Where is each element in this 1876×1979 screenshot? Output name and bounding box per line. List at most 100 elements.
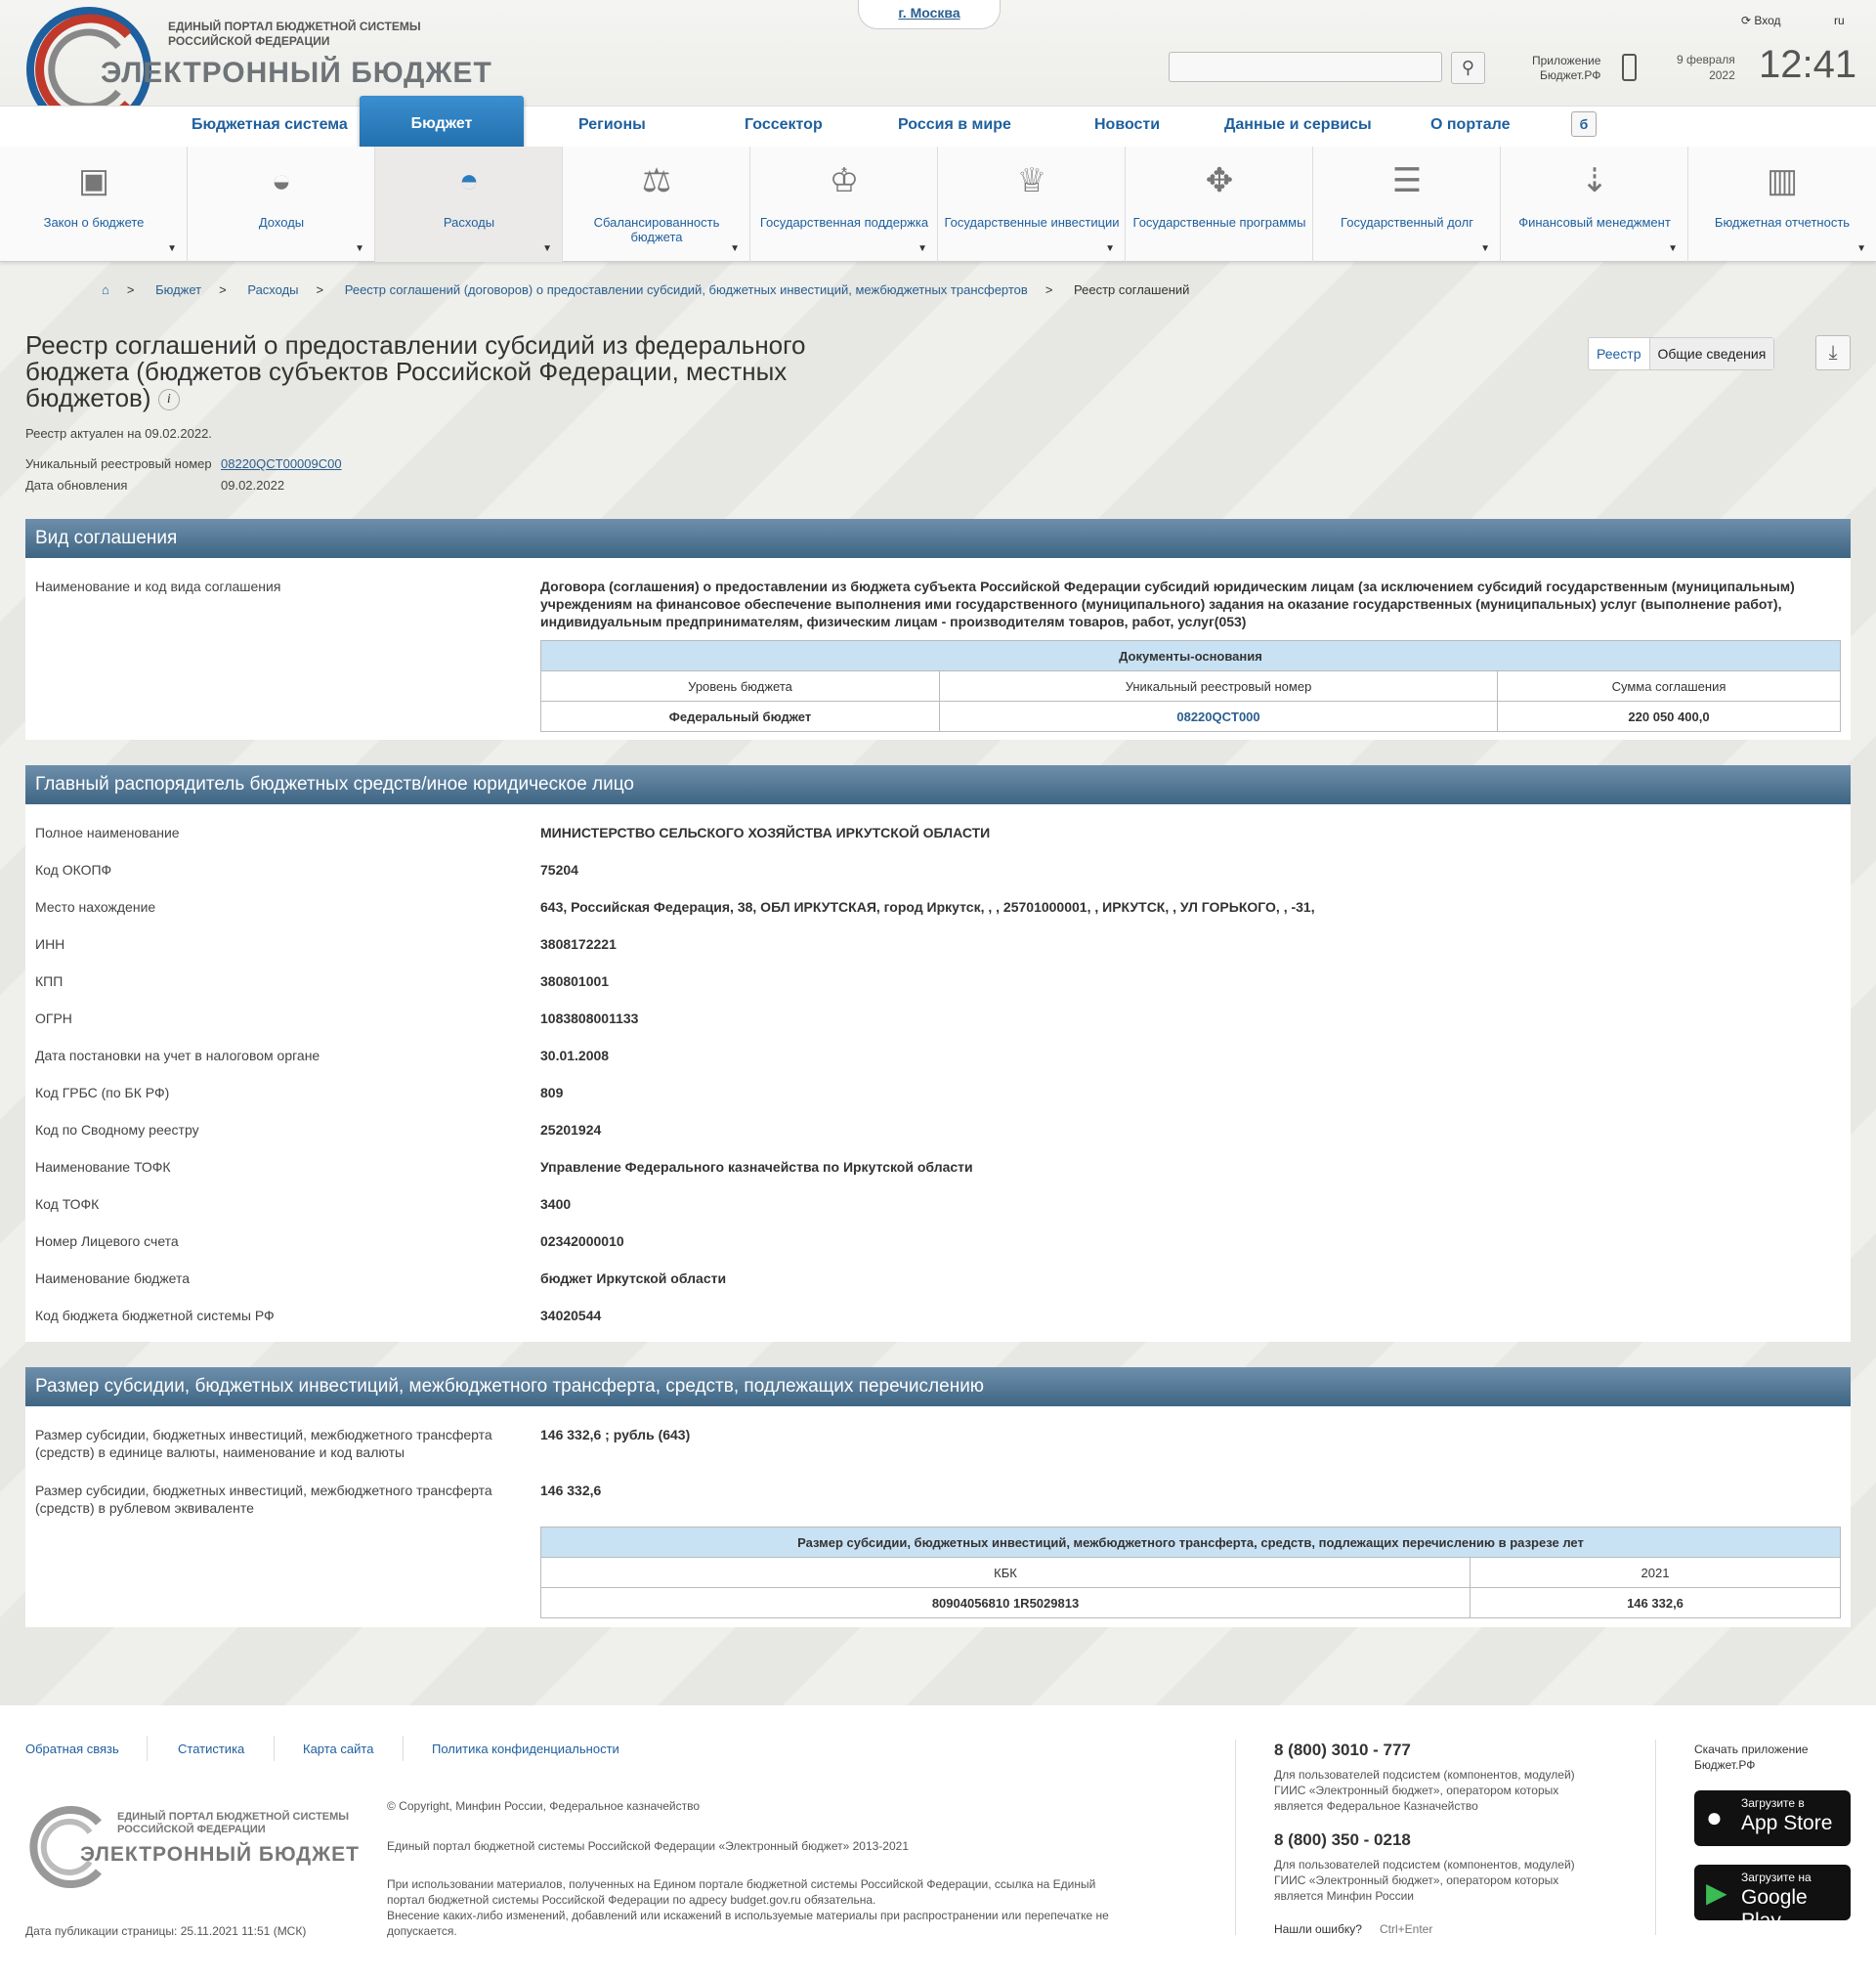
nav-gossector[interactable]: Госсектор [745, 116, 823, 134]
language-selector[interactable]: ru [1834, 14, 1845, 27]
nav-data-services[interactable]: Данные и сервисы [1224, 116, 1372, 134]
cat-debt[interactable]: ☰ Государственный долг ▼ [1313, 147, 1501, 262]
appstore-button[interactable]: ● Загрузите в App Store [1694, 1790, 1851, 1846]
chevron-down-icon: ▼ [1856, 243, 1866, 254]
breadcrumb-current: Реестр соглашений [1074, 282, 1190, 297]
chevron-down-icon: ▼ [355, 243, 364, 254]
nav-news[interactable]: Новости [1094, 116, 1160, 134]
footer-sep [274, 1736, 275, 1761]
field-label: Код ГРБС (по БК РФ) [35, 1085, 170, 1100]
update-date-value: 09.02.2022 [221, 478, 285, 493]
footer-phone1-desc: Для пользователей подсистем (компонентов… [1274, 1767, 1575, 1814]
cat-debt-label: Государственный долг [1341, 215, 1473, 230]
search-input[interactable] [1169, 52, 1442, 82]
logo-text: ЕДИНЫЙ ПОРТАЛ БЮДЖЕТНОЙ СИСТЕМЫ РОССИЙСК… [168, 20, 461, 49]
cat-income[interactable]: ◒ Доходы ▼ [188, 147, 375, 262]
field-label: Наименование бюджета [35, 1270, 191, 1286]
cat-expenses-label: Расходы [443, 215, 495, 230]
footer-feedback-link[interactable]: Обратная связь [25, 1742, 119, 1756]
cell-kbk: 80904056810 1R5029813 [540, 1587, 1471, 1618]
footer-logo-line2: РОССИЙСКОЙ ФЕДЕРАЦИИ [117, 1824, 266, 1835]
nav-regions[interactable]: Регионы [578, 116, 646, 134]
breadcrumb-sep: > [219, 282, 227, 297]
footer-notice-1: При использовании материалов, полученных… [387, 1877, 1096, 1891]
breadcrumb-expenses[interactable]: Расходы [247, 282, 298, 297]
cat-finmanagement-label: Финансовый менеджмент [1518, 215, 1671, 230]
info-icon[interactable]: i [157, 389, 180, 411]
footer-phone2: 8 (800) 350 - 0218 [1274, 1830, 1411, 1849]
cat-programs[interactable]: ✥ Государственные программы [1126, 147, 1313, 262]
reg-number-link[interactable]: 08220QCT00009C00 [221, 456, 342, 471]
nav-russia-world[interactable]: Россия в мире [898, 116, 1011, 134]
footer-notice-3: Внесение каких-либо изменений, добавлени… [387, 1909, 1109, 1922]
city-link[interactable]: г. Москва [898, 5, 959, 21]
subsidy-rub-value: 146 332,6 [540, 1483, 602, 1498]
section-manager-header: Главный распорядитель бюджетных средств/… [25, 765, 1851, 804]
footer-stats-link[interactable]: Статистика [178, 1742, 244, 1756]
breadcrumb-sep: > [126, 282, 135, 297]
cat-expenses[interactable]: ◓ Расходы ▼ [375, 147, 563, 262]
field-value: 02342000010 [540, 1233, 624, 1249]
footer-phone2-desc: Для пользователей подсистем (компонентов… [1274, 1857, 1575, 1904]
footer-notice-4: допускается. [387, 1924, 457, 1938]
phone2-desc-1: Для пользователей подсистем (компонентов… [1274, 1858, 1575, 1871]
registry-actual-date: Реестр актуален на 09.02.2022. [25, 426, 212, 441]
accessibility-icon[interactable]: б [1571, 111, 1597, 137]
app-line2: Бюджет.РФ [1539, 68, 1601, 82]
breadcrumb-registry-parent[interactable]: Реестр соглашений (договоров) о предоста… [345, 282, 1028, 297]
search-button[interactable]: ⚲ [1451, 52, 1485, 84]
cell-reg-number-link[interactable]: 08220QCT000 [1176, 710, 1259, 724]
nav-about[interactable]: О портале [1430, 116, 1510, 134]
gplay-small: Загрузите на [1741, 1871, 1812, 1884]
date-line1: 9 февраля [1677, 53, 1735, 66]
footer-privacy-link[interactable]: Политика конфиденциальности [432, 1742, 619, 1756]
debt-icon: ☰ [1391, 162, 1423, 199]
field-value: МИНИСТЕРСТВО СЕЛЬСКОГО ХОЗЯЙСТВА ИРКУТСК… [540, 825, 991, 840]
tab-general-info[interactable]: Общие сведения [1649, 338, 1774, 369]
login-label: Вход [1754, 14, 1781, 27]
cat-investments[interactable]: ♕ Государственные инвестиции ▼ [938, 147, 1126, 262]
footer-portal: Единый портал бюджетной системы Российск… [387, 1839, 909, 1853]
support-icon: ♔ [829, 162, 860, 199]
category-icons: ▣ Закон о бюджете ▼ ◒ Доходы ▼ ◓ Расходы ▼ ⚖ Сб… [0, 147, 1876, 262]
cat-law[interactable]: ▣ Закон о бюджете ▼ [0, 147, 188, 262]
chevron-down-icon: ▼ [542, 243, 552, 254]
cat-finmanagement[interactable]: ⇣ Финансовый менеджмент ▼ [1501, 147, 1688, 262]
cat-balance[interactable]: ⚖ Сбалансированность бюджета ▼ [563, 147, 750, 262]
page-title-text: Реестр соглашений о предоставлении субси… [25, 330, 806, 412]
download-button[interactable]: ⤓ [1815, 335, 1851, 370]
subsidy-years-table: Размер субсидии, бюджетных инвестиций, м… [540, 1527, 1841, 1618]
phone2-desc-2: ГИИС «Электронный бюджет», оператором ко… [1274, 1873, 1559, 1887]
phone-icon [1622, 54, 1637, 81]
section-subsidy: Размер субсидии, бюджетных инвестиций, м… [25, 1406, 1851, 1627]
download-line2: Бюджет.РФ [1694, 1758, 1756, 1772]
appstore-small: Загрузите в [1741, 1796, 1805, 1810]
field-value: 643, Российская Федерация, 38, ОБЛ ИРКУТ… [540, 899, 1315, 915]
nav-budget-active[interactable]: Бюджет [360, 96, 524, 154]
city-selector[interactable]: г. Москва [858, 0, 1001, 29]
mobile-app-link[interactable]: Приложение Бюджет.РФ [1532, 54, 1600, 83]
finmanagement-icon: ⇣ [1580, 162, 1609, 199]
apple-icon: ● [1706, 1802, 1723, 1832]
breadcrumb-budget[interactable]: Бюджет [155, 282, 201, 297]
googleplay-button[interactable]: ▶ Загрузите на Google Play [1694, 1865, 1851, 1932]
col-sum: Сумма соглашения [1497, 670, 1841, 702]
base-documents-table: Документы-основания Уровень бюджета Уника… [540, 640, 1841, 732]
update-date-label: Дата обновления [25, 478, 128, 493]
nav-budget-system[interactable]: Бюджетная система [192, 116, 348, 134]
footer-logo-line1: ЕДИНЫЙ ПОРТАЛ БЮДЖЕТНОЙ СИСТЕМЫ [117, 1811, 350, 1823]
home-icon[interactable]: ⌂ [102, 282, 109, 297]
field-value: 380801001 [540, 973, 610, 989]
section-agreement-type: Наименование и код вида соглашения Догов… [25, 558, 1851, 740]
footer-sitemap-link[interactable]: Карта сайта [303, 1742, 373, 1756]
cat-reporting[interactable]: ▥ Бюджетная отчетность ▼ [1688, 147, 1876, 262]
expenses-icon: ◓ [458, 162, 480, 199]
tab-registry[interactable]: Реестр [1589, 338, 1650, 369]
cell-year-2021: 146 332,6 [1470, 1587, 1841, 1618]
logo-main-text: ЭЛЕКТРОННЫЙ БЮДЖЕТ [101, 57, 492, 89]
field-value: 3808172221 [540, 936, 617, 952]
login-link[interactable]: ⟳ Вход [1741, 14, 1781, 27]
cat-support[interactable]: ♔ Государственная поддержка ▼ [750, 147, 938, 262]
view-tabs: Реестр Общие сведения [1588, 337, 1775, 370]
footer-divider [1235, 1740, 1236, 1935]
